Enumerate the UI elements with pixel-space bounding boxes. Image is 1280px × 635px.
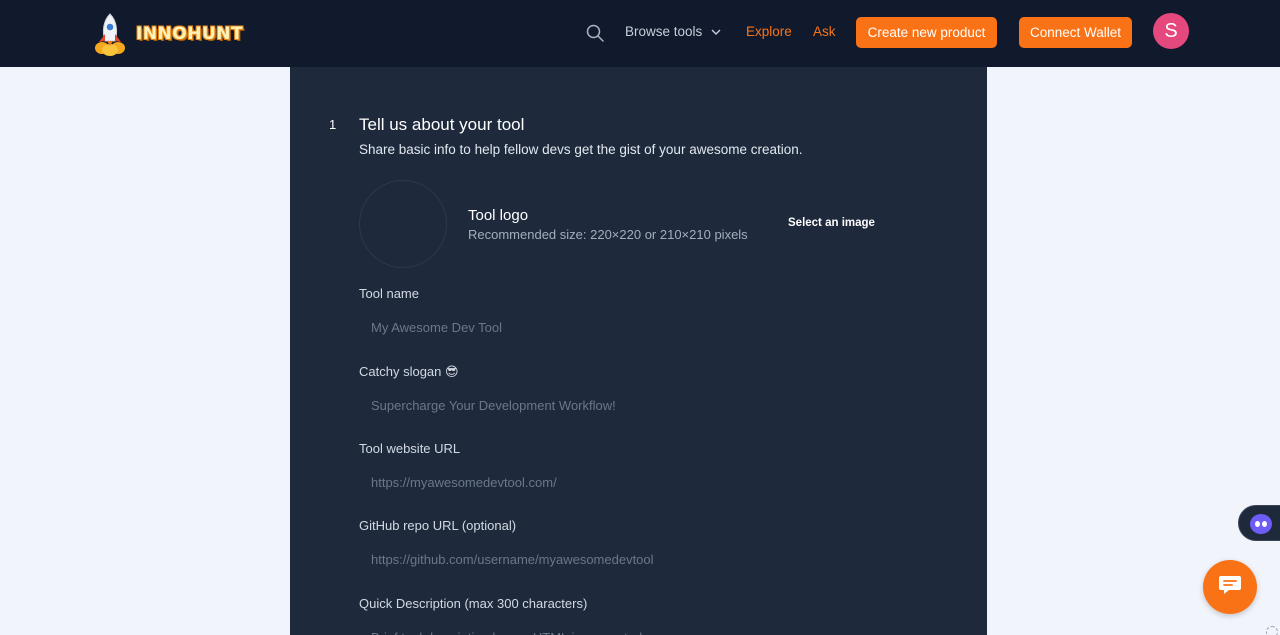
nav-browse-label: Browse tools [625, 24, 703, 39]
chat-button[interactable] [1203, 560, 1257, 614]
description-label: Quick Description (max 300 characters) [359, 596, 588, 611]
search-icon[interactable] [585, 23, 605, 43]
nav-explore-link[interactable]: Explore [746, 24, 792, 39]
github-url-input[interactable] [359, 543, 939, 575]
description-input[interactable] [359, 621, 939, 635]
brand-name: INNOHUNT [136, 24, 244, 44]
tool-logo-upload[interactable] [359, 180, 447, 268]
rocket-logo-icon [92, 12, 128, 56]
resize-handle [1266, 626, 1278, 635]
website-url-input[interactable] [359, 466, 939, 498]
slogan-input[interactable] [359, 389, 939, 421]
website-url-label: Tool website URL [359, 441, 461, 456]
step-title: Tell us about your tool [359, 115, 525, 134]
submit-tool-form: 1 Tell us about your tool Share basic in… [290, 67, 987, 635]
create-new-product-button[interactable]: Create new product [856, 17, 997, 48]
tool-logo-label: Tool logo [468, 207, 529, 224]
chat-bubble-icon [1218, 574, 1242, 601]
github-url-label: GitHub repo URL (optional) [359, 518, 517, 533]
bot-icon [1250, 514, 1272, 534]
user-avatar[interactable]: S [1153, 13, 1189, 49]
tool-logo-hint: Recommended size: 220×220 or 210×210 pix… [468, 227, 748, 242]
step-number: 1 [329, 117, 337, 132]
tool-name-label: Tool name [359, 286, 419, 301]
tool-name-input[interactable] [359, 311, 939, 343]
nav-ask-link[interactable]: Ask [813, 24, 836, 39]
connect-wallet-button[interactable]: Connect Wallet [1019, 17, 1132, 48]
step-subtitle: Share basic info to help fellow devs get… [359, 142, 803, 157]
top-navbar: INNOHUNT Browse tools Explore Ask Create… [0, 0, 1280, 67]
nav-browse-tools[interactable]: Browse tools [625, 24, 722, 39]
slogan-label: Catchy slogan 😎 [359, 364, 459, 379]
select-image-button[interactable]: Select an image [788, 217, 875, 229]
brand-logo[interactable]: INNOHUNT [92, 12, 243, 56]
assistant-bot-tab[interactable] [1238, 505, 1280, 541]
chevron-down-icon [710, 26, 722, 38]
